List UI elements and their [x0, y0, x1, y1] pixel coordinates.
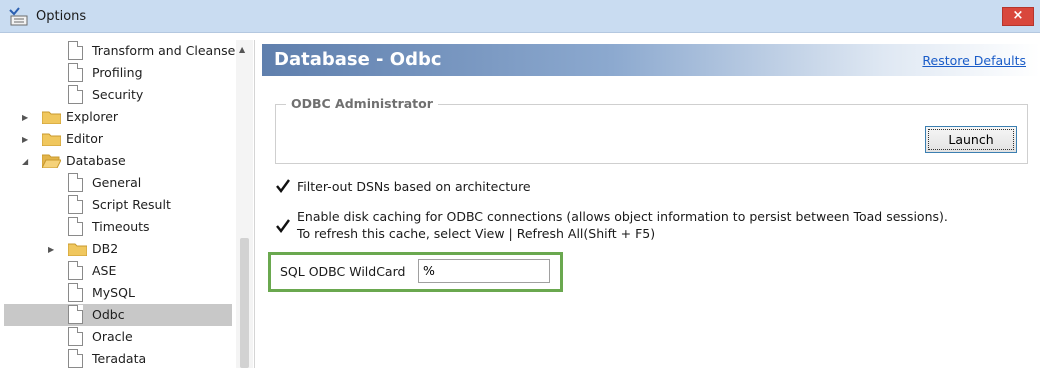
folder-icon	[67, 242, 88, 257]
tree-item-oracle[interactable]: Oracle	[4, 326, 232, 348]
tree-item-db2[interactable]: ▶ DB2	[4, 238, 232, 260]
close-button[interactable]: ×	[1002, 7, 1034, 26]
tree-item-editor[interactable]: ▶ Editor	[4, 128, 232, 150]
expand-arrow-icon[interactable]: ▶	[48, 245, 54, 254]
tree-item-label: Security	[92, 87, 144, 102]
tree-item-label: Oracle	[92, 329, 133, 344]
tree-item-profiling[interactable]: Profiling	[4, 62, 232, 84]
tree-item-label: ASE	[92, 263, 117, 278]
launch-button[interactable]: Launch	[925, 126, 1017, 153]
tree-item-security[interactable]: Security	[4, 84, 232, 106]
tree-item-label: Editor	[66, 131, 103, 146]
window-title: Options	[36, 9, 87, 24]
tree-item-mysql[interactable]: MySQL	[4, 282, 232, 304]
wildcard-label: SQL ODBC WildCard	[280, 264, 406, 279]
tree-item-label: General	[92, 175, 142, 190]
options-tree: Transform and Cleanse Profiling Security…	[4, 40, 255, 368]
document-icon	[68, 327, 83, 346]
tree-item-teradata[interactable]: Teradata	[4, 348, 232, 368]
tree-item-transform-and-cleanse[interactable]: Transform and Cleanse	[4, 40, 236, 62]
odbc-administrator-group: ODBC Administrator Launch	[275, 96, 1028, 164]
wildcard-highlight: SQL ODBC WildCard %	[268, 252, 563, 292]
document-icon	[68, 173, 83, 192]
tree-item-label: Explorer	[66, 109, 119, 124]
expand-arrow-icon[interactable]: ▶	[22, 113, 28, 122]
disk-cache-checkbox[interactable]	[276, 219, 290, 233]
expand-arrow-icon[interactable]: ▶	[22, 135, 28, 144]
document-icon	[68, 217, 83, 236]
document-icon	[68, 349, 83, 368]
tree-item-label: Odbc	[92, 307, 125, 322]
page-title: Database - Odbc	[274, 49, 442, 70]
checkmark-icon	[276, 219, 290, 233]
checkmark-icon	[276, 179, 290, 193]
filter-dsn-checkbox[interactable]	[276, 179, 290, 193]
wildcard-input[interactable]: %	[418, 259, 550, 283]
tree-scrollbar[interactable]: ▲	[236, 40, 253, 368]
tree-item-label: Script Result	[92, 197, 171, 212]
tree-item-label: Timeouts	[92, 219, 150, 234]
panel-header: Database - Odbc Restore Defaults	[262, 44, 1040, 76]
tree-item-database[interactable]: ◢ Database	[4, 150, 232, 172]
disk-cache-hint: To refresh this cache, select View | Ref…	[297, 226, 656, 241]
scrollbar-thumb[interactable]	[240, 238, 249, 368]
tree-item-label: DB2	[92, 241, 119, 256]
scroll-up-icon[interactable]: ▲	[239, 45, 245, 54]
document-icon	[68, 85, 83, 104]
tree-item-general[interactable]: General	[4, 172, 232, 194]
tree-item-explorer[interactable]: ▶ Explorer	[4, 106, 232, 128]
document-icon	[68, 283, 83, 302]
document-icon	[68, 261, 83, 280]
folder-icon	[41, 110, 62, 125]
tree-item-timeouts[interactable]: Timeouts	[4, 216, 232, 238]
filter-dsn-label: Filter-out DSNs based on architecture	[297, 179, 531, 194]
document-icon	[68, 41, 83, 60]
open-folder-icon	[41, 154, 62, 169]
collapse-arrow-icon[interactable]: ◢	[22, 157, 28, 166]
document-icon	[68, 195, 83, 214]
tree-item-label: Profiling	[92, 65, 143, 80]
title-bar: Options ×	[0, 0, 1040, 33]
disk-cache-label: Enable disk caching for ODBC connections…	[297, 209, 948, 224]
folder-icon	[41, 132, 62, 147]
tree-item-label: Database	[66, 153, 126, 168]
restore-defaults-link[interactable]: Restore Defaults	[922, 53, 1026, 68]
document-icon	[68, 63, 83, 82]
tree-item-odbc[interactable]: Odbc	[4, 304, 232, 326]
tree-item-label: MySQL	[92, 285, 135, 300]
tree-item-ase[interactable]: ASE	[4, 260, 232, 282]
document-icon	[68, 305, 83, 324]
tree-item-script-result[interactable]: Script Result	[4, 194, 232, 216]
tree-item-label: Transform and Cleanse	[92, 43, 236, 58]
options-icon	[8, 7, 30, 27]
tree-item-label: Teradata	[92, 351, 147, 366]
group-title: ODBC Administrator	[286, 96, 438, 111]
